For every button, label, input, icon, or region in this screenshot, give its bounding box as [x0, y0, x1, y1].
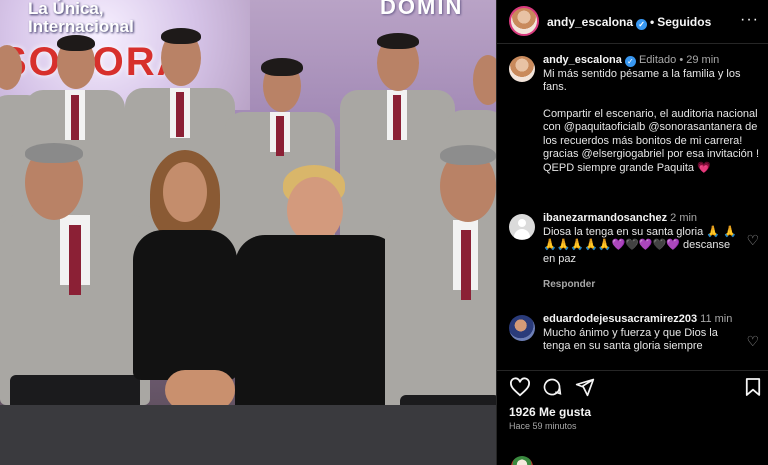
comment-username[interactable]: eduardodejesusacramirez203: [543, 313, 697, 325]
caption-edited: Editado: [638, 54, 677, 66]
share-icon[interactable]: [575, 377, 595, 397]
caption-paragraph-2-text: Compartir el escenario, el auditoria nac…: [543, 107, 759, 174]
header-author: andy_escalona ✓ • Seguidos: [547, 15, 711, 30]
comment-2: eduardodejesusacramirez203 11 min Mucho …: [509, 313, 761, 363]
comment-text: Diosa la tenga en su santa gloria 🙏 🙏🙏🙏🙏…: [543, 225, 737, 265]
viewer-avatar: [511, 456, 533, 465]
comment-text: Mucho ánimo y fuerza y que Dios la tenga…: [543, 326, 718, 353]
comment-1: ibanezarmandosanchez 2 min Diosa la teng…: [509, 212, 761, 292]
separator-dot: •: [679, 54, 684, 66]
likes-count[interactable]: 1926 Me gusta: [509, 405, 591, 419]
comment-username[interactable]: ibanezarmandosanchez: [543, 212, 667, 224]
sofa-seat: [0, 405, 496, 465]
more-options-icon[interactable]: ···: [740, 11, 759, 29]
comment-time: 11 min: [700, 313, 733, 325]
author-avatar[interactable]: [509, 6, 539, 36]
caption-body: andy_escalona ✓ Editado • 29 min Mi más s…: [543, 54, 763, 175]
post-sidebar: andy_escalona ✓ • Seguidos ··· andy_escalon…: [496, 0, 768, 465]
comment-body: eduardodejesusacramirez203 11 min Mucho …: [543, 313, 743, 354]
caption-paragraph-2: Compartir el escenario, el auditoria nac…: [543, 108, 763, 176]
commenter-avatar[interactable]: [509, 315, 535, 341]
separator-dot: •: [650, 15, 655, 29]
banner-top-text: La Única, Internacional: [28, 0, 134, 36]
comment-like-heart-icon[interactable]: ♡: [746, 232, 759, 249]
caption-avatar[interactable]: [509, 56, 535, 82]
bookmark-icon[interactable]: [745, 377, 761, 397]
caption-paragraph-1: Mi más sentido pésame a la familia y los…: [543, 67, 741, 94]
action-bar: [497, 370, 768, 400]
verified-icon: ✓: [624, 56, 636, 67]
verified-icon: ✓: [636, 19, 648, 30]
reply-button[interactable]: Responder: [543, 279, 595, 290]
comment-body: ibanezarmandosanchez 2 min Diosa la teng…: [543, 212, 743, 266]
caption-username[interactable]: andy_escalona: [543, 54, 622, 66]
comment-like-heart-icon[interactable]: ♡: [746, 333, 759, 350]
caption-time: 29 min: [686, 54, 720, 66]
follow-status-button[interactable]: Seguidos: [657, 15, 711, 29]
header-username[interactable]: andy_escalona: [547, 15, 633, 29]
pink-heart-icon: 💗: [697, 161, 711, 174]
banner-right-text: DOMIN: [380, 0, 464, 19]
commenter-avatar[interactable]: [509, 214, 535, 240]
post-timestamp: Hace 59 minutos: [509, 421, 577, 431]
heart-icon[interactable]: [509, 377, 531, 397]
post-header: andy_escalona ✓ • Seguidos ···: [497, 0, 768, 44]
comment-time: 2 min: [670, 212, 698, 224]
post-photo[interactable]: La Única, Internacional SONORA DOMIN: [0, 0, 496, 465]
comment-icon[interactable]: [542, 377, 562, 397]
